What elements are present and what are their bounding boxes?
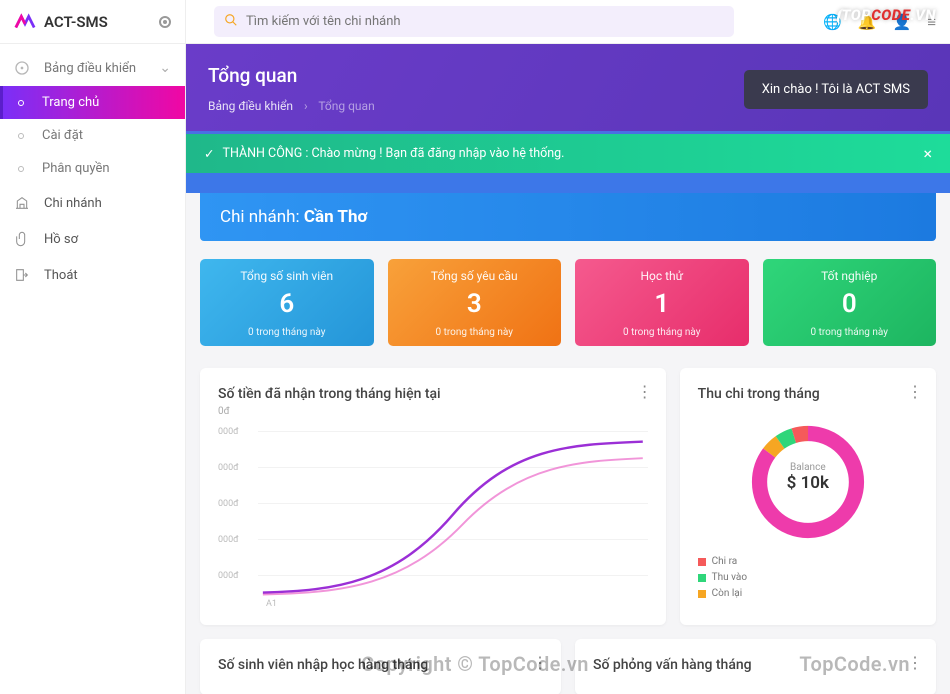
search-box[interactable] [214, 6, 734, 37]
stat-sub: 0 trong tháng này [210, 327, 364, 338]
check-icon: ✓ [204, 146, 214, 162]
more-icon[interactable]: ⋮ [637, 382, 652, 401]
sidebar: ACT-SMS Bảng điều khiển ⌄ Trang chủ Cài … [0, 0, 186, 694]
more-icon[interactable]: ⋮ [907, 382, 922, 401]
paperclip-icon [14, 231, 30, 247]
stat-requests[interactable]: Tổng số yêu cầu 3 0 trong tháng này [388, 259, 562, 346]
branch-prefix: Chi nhánh: [220, 207, 300, 227]
watermark-corner: ⦗TOPCODE.VN [836, 6, 936, 24]
donut-legend: Chi ra Thu vào Còn lại [698, 556, 918, 599]
close-icon[interactable]: × [923, 144, 932, 163]
stat-title: Học thử [585, 269, 739, 283]
more-icon[interactable]: ⋮ [532, 653, 547, 672]
stat-value: 1 [585, 289, 739, 319]
nav-item-label: Chi nhánh [44, 196, 102, 211]
nav-item-profile[interactable]: Hồ sơ [0, 221, 185, 257]
bullet-icon [18, 100, 24, 106]
stat-sub: 0 trong tháng này [398, 327, 552, 338]
card-title: Số tiền đã nhận trong tháng hiện tại [218, 386, 648, 402]
stat-title: Tổng số yêu cầu [398, 269, 552, 283]
nav-item-label: Hồ sơ [44, 232, 78, 247]
nav-item-home[interactable]: Trang chủ [0, 86, 185, 119]
ytick: 000đ [218, 463, 239, 473]
xtick: A1 [266, 599, 277, 609]
brand: ACT-SMS [0, 0, 185, 44]
ytick: 000đ [218, 571, 239, 581]
revenue-line-card: ⋮ Số tiền đã nhận trong tháng hiện tại 0… [200, 368, 666, 625]
logout-icon [14, 267, 30, 283]
legend-label: Còn lại [712, 588, 743, 599]
stat-sub: 0 trong tháng này [585, 327, 739, 338]
stat-value: 6 [210, 289, 364, 319]
nav-item-permissions[interactable]: Phân quyền [0, 152, 185, 185]
brand-name: ACT-SMS [44, 13, 159, 31]
nav-item-settings[interactable]: Cài đặt [0, 119, 185, 152]
donut-chart: Balance $ 10k [744, 418, 872, 546]
crumb-sep: › [304, 99, 308, 113]
balance-value: $ 10k [744, 473, 872, 493]
page-header: Tổng quan Bảng điều khiển › Tổng quan Xi… [186, 44, 950, 131]
chevron-down-icon: ⌄ [159, 60, 171, 76]
card-title: Thu chi trong tháng [698, 386, 918, 402]
legend-swatch [698, 558, 706, 566]
search-input[interactable] [246, 14, 724, 29]
ytick: 000đ [218, 535, 239, 545]
stat-title: Tốt nghiệp [773, 269, 927, 283]
stat-students[interactable]: Tổng số sinh viên 6 0 trong tháng này [200, 259, 374, 346]
nav-item-branch[interactable]: Chi nhánh [0, 185, 185, 221]
alert-text: THÀNH CÔNG : Chào mừng ! Bạn đã đăng nhậ… [222, 146, 564, 161]
line-chart: 000đ 000đ 000đ 000đ 000đ A1 [218, 427, 648, 607]
card-title: Số phỏng vấn hàng tháng [593, 657, 918, 673]
welcome-button[interactable]: Xin chào ! Tôi là ACT SMS [744, 70, 928, 109]
stat-cards: Tổng số sinh viên 6 0 trong tháng này Tổ… [186, 241, 950, 354]
nav-item-logout[interactable]: Thoát [0, 257, 185, 293]
bullet-icon [18, 133, 24, 139]
stat-sub: 0 trong tháng này [773, 327, 927, 338]
stat-graduate[interactable]: Tốt nghiệp 0 0 trong tháng này [763, 259, 937, 346]
monthly-interview-card: ⋮ Số phỏng vấn hàng tháng [575, 639, 936, 694]
charts-row: ⋮ Số tiền đã nhận trong tháng hiện tại 0… [186, 354, 950, 639]
stat-value: 0 [773, 289, 927, 319]
branch-name: Cần Thơ [304, 207, 367, 227]
legend-swatch [698, 590, 706, 598]
nav-item-label: Trang chủ [42, 95, 99, 110]
card-title: Số sinh viên nhập học hàng tháng [218, 657, 543, 673]
dashboard-icon [14, 60, 30, 76]
legend-swatch [698, 574, 706, 582]
monthly-enroll-card: ⋮ Số sinh viên nhập học hàng tháng [200, 639, 561, 694]
success-alert: ✓ THÀNH CÔNG : Chào mừng ! Bạn đã đăng n… [186, 131, 950, 173]
more-icon[interactable]: ⋮ [907, 653, 922, 672]
bullet-icon [18, 166, 24, 172]
stat-title: Tổng số sinh viên [210, 269, 364, 283]
nav-item-label: Phân quyền [42, 161, 110, 176]
sidebar-toggle-icon[interactable] [159, 16, 171, 28]
legend-label: Chi ra [712, 556, 738, 567]
nav-dashboard-parent[interactable]: Bảng điều khiển ⌄ [0, 50, 185, 86]
brand-logo-icon [14, 11, 36, 33]
nav-item-label: Thoát [44, 268, 78, 283]
card-sub: 0đ [218, 406, 648, 417]
legend-label: Thu vào [712, 572, 747, 583]
branch-banner: Chi nhánh: Cần Thơ [200, 193, 936, 241]
ytick: 000đ [218, 427, 239, 437]
stat-trial[interactable]: Học thử 1 0 trong tháng này [575, 259, 749, 346]
nav-dashboard-label: Bảng điều khiển [44, 61, 136, 76]
balance-donut-card: ⋮ Thu chi trong tháng Balance $ 10k Chi … [680, 368, 936, 625]
building-icon [14, 195, 30, 211]
cards-row-2: ⋮ Số sinh viên nhập học hàng tháng ⋮ Số … [186, 639, 950, 694]
nav-item-label: Cài đặt [42, 128, 83, 143]
main-content: Tổng quan Bảng điều khiển › Tổng quan Xi… [186, 44, 950, 694]
blue-strip [186, 173, 950, 193]
line-curve [258, 427, 648, 602]
crumb-current: Tổng quan [318, 99, 374, 113]
crumb-root[interactable]: Bảng điều khiển [208, 99, 293, 113]
search-icon [224, 12, 238, 31]
ytick: 000đ [218, 499, 239, 509]
balance-label: Balance [744, 462, 872, 473]
stat-value: 3 [398, 289, 552, 319]
